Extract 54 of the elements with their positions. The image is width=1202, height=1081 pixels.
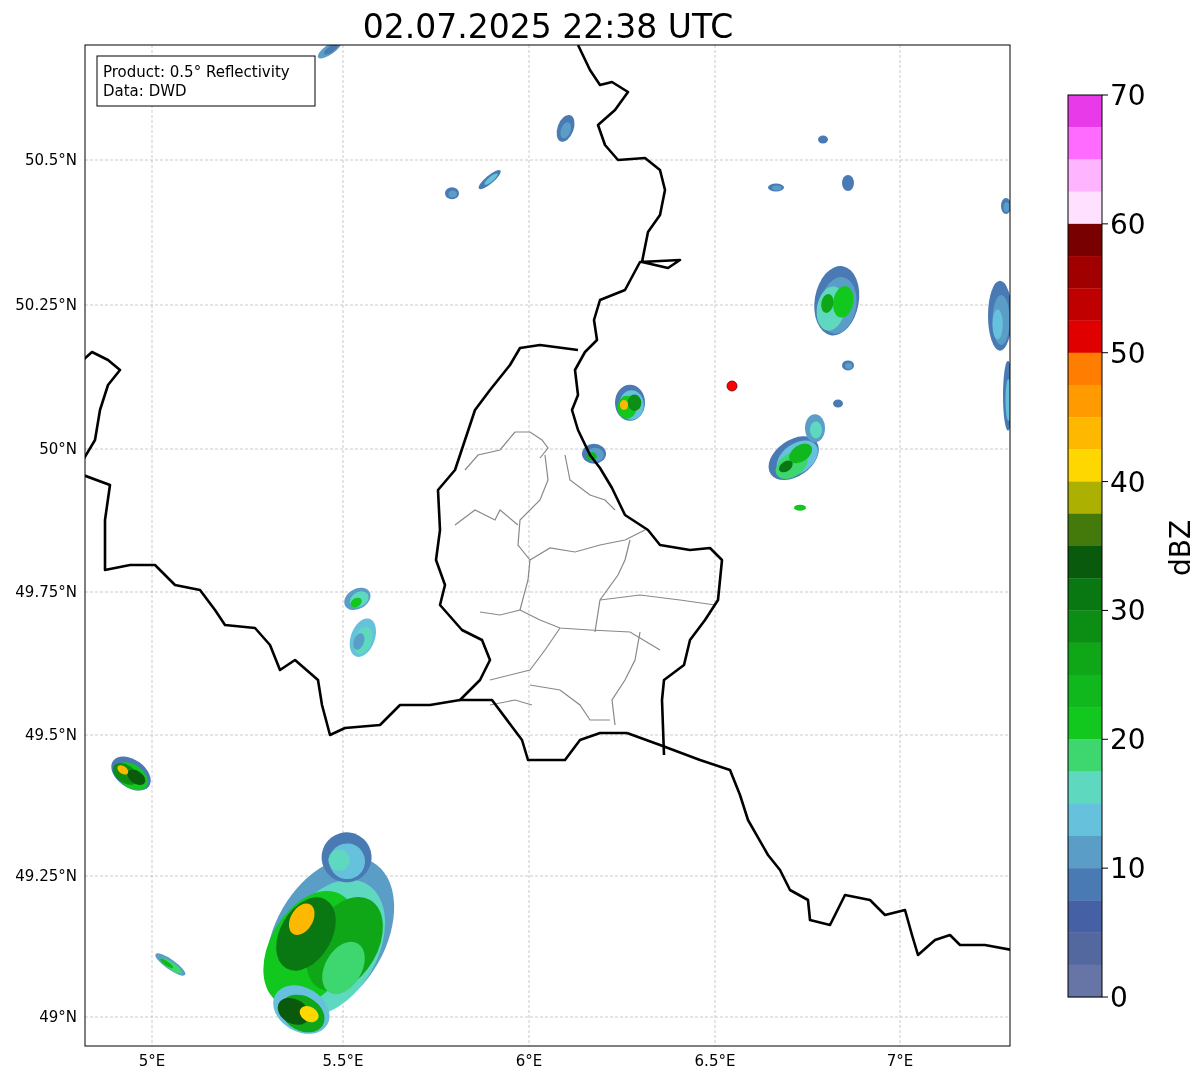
radar-echo [615,384,645,421]
radar-echo [768,183,784,192]
colorbar-tick-label: 60 [1110,207,1146,241]
colorbar-tick-label: 50 [1110,336,1146,370]
radar-echo [1001,198,1010,214]
radar-echo [794,504,806,511]
latitude-label: 50.25°N [15,296,77,314]
radar-echo [842,175,854,191]
radar-echo [582,443,606,464]
chart-title: 02.07.2025 22:38 UTC [362,7,734,46]
radar-echo [155,953,186,976]
radar-echo [111,756,151,791]
tick-mark [1101,223,1109,225]
colorbar-tick-label: 70 [1110,79,1146,112]
longitude-label: 5°E [138,1052,166,1070]
longitude-label: 6°E [515,1052,543,1070]
radar-echo [833,399,843,408]
tick-mark [1101,94,1109,96]
colorbar-tick-label: 20 [1110,723,1146,757]
radar-echo [478,170,501,190]
info-text: Data: DWD [103,82,187,100]
radar-echo [842,360,854,371]
radar-echo [317,45,342,59]
radar-echo [349,618,377,657]
latitude-label: 49°N [39,1008,77,1026]
radar-echo [556,114,575,142]
radar-echo [445,187,459,200]
latitude-label: 50.5°N [24,151,77,169]
colorbar-tick-label: 30 [1110,594,1146,628]
tick-mark [1101,352,1109,354]
district-border-line [564,454,616,511]
colorbar-tick-label: 0 [1110,981,1128,1014]
tick-mark [1101,738,1109,740]
latitude-label: 49.5°N [24,726,77,744]
latitude-label: 49.75°N [15,583,77,601]
tick-mark [1101,996,1109,998]
colorbar-label: dBZ [1164,519,1197,577]
tick-mark [1101,867,1109,869]
info-text: Product: 0.5° Reflectivity [103,63,290,81]
longitude-label: 6.5°E [694,1052,736,1070]
colorbar-tick-label: 40 [1110,465,1146,499]
radar-echo [1003,360,1010,431]
longitude-label: 7°E [886,1052,914,1070]
radar-echo [814,266,860,336]
tick-mark [1101,481,1109,483]
radar-echo [988,280,1010,351]
radar-echo [344,587,371,611]
latitude-label: 49.25°N [15,867,77,885]
radar-echo [818,135,828,144]
colorbar-tick-label: 10 [1110,852,1146,886]
longitude-label: 5.5°E [322,1052,364,1070]
latitude-label: 50°N [39,440,77,458]
radar-site-marker [726,380,738,392]
tick-mark [1101,609,1109,611]
